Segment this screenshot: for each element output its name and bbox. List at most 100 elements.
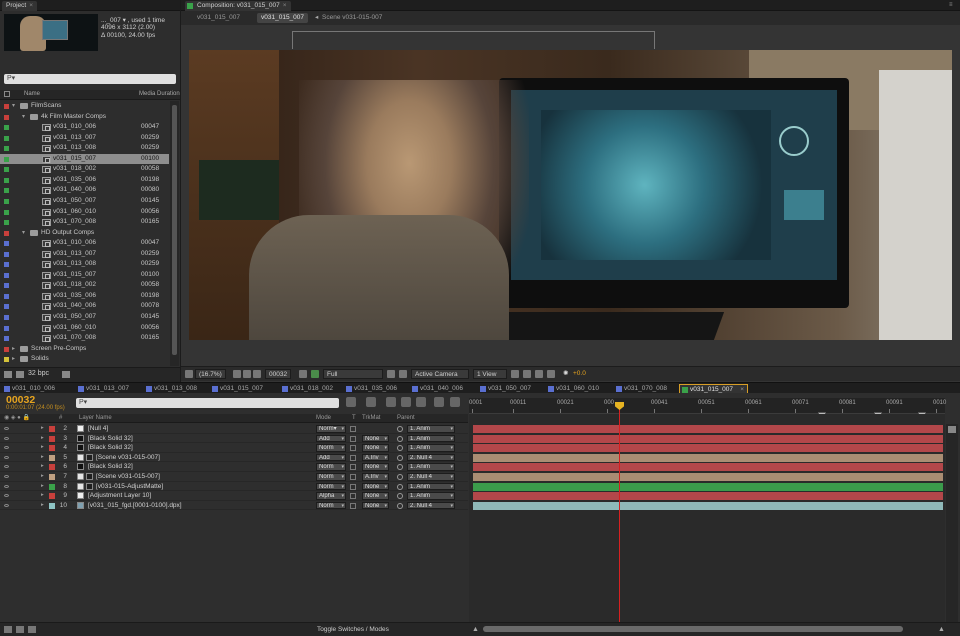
- parent-select[interactable]: 2. Null 4: [407, 501, 455, 510]
- blend-mode-select[interactable]: Norm: [316, 482, 346, 491]
- blend-mode-select[interactable]: Norm: [316, 444, 346, 452]
- label-swatch[interactable]: [4, 315, 9, 320]
- project-folder-row[interactable]: ▾ FilmScans: [0, 101, 169, 112]
- project-comp-row[interactable]: v031_015_007 00100: [0, 153, 169, 165]
- layer-name[interactable]: [Scene v031-015-007]: [96, 453, 160, 463]
- parent-pickwhip-icon[interactable]: [397, 435, 403, 442]
- chevron-right-icon[interactable]: ▸: [41, 472, 44, 482]
- mask-toggle-icon[interactable]: [185, 370, 193, 378]
- project-folder-row[interactable]: ▾ HD Output Comps: [0, 228, 169, 239]
- label-swatch[interactable]: [4, 262, 9, 268]
- preserve-transparency-checkbox[interactable]: [350, 493, 356, 500]
- chevron-down-icon[interactable]: ▾: [12, 101, 15, 112]
- channel-icon[interactable]: [311, 370, 319, 378]
- layer-duration-bar[interactable]: [473, 482, 943, 491]
- current-time-indicator-line[interactable]: [619, 404, 620, 636]
- visibility-eye-icon[interactable]: [4, 484, 9, 488]
- parent-select[interactable]: 1. Anim: [407, 425, 455, 433]
- layer-duration-bar[interactable]: [473, 444, 943, 453]
- parent-select[interactable]: 1. Anim: [407, 492, 455, 500]
- project-comp-row[interactable]: v031_018_002 00058: [0, 280, 169, 291]
- column-media-duration[interactable]: Media Duration: [139, 91, 180, 97]
- chevron-right-icon[interactable]: ▸: [41, 453, 44, 463]
- label-column-icon[interactable]: [4, 91, 10, 97]
- project-comp-row[interactable]: v031_040_006 00078: [0, 301, 169, 312]
- layer-row[interactable]: ▸ 7 [Scene v031-015-007] Norm A.Inv 2. Null 4: [0, 472, 468, 482]
- parent-pickwhip-icon[interactable]: [397, 483, 403, 490]
- track-matte-select[interactable]: A.Inv: [362, 473, 389, 481]
- track-matte-select[interactable]: None: [362, 444, 389, 452]
- new-folder-icon[interactable]: [16, 371, 24, 378]
- label-swatch[interactable]: [4, 293, 9, 299]
- project-folder-row[interactable]: ▸ Solids: [0, 354, 169, 365]
- label-swatch[interactable]: [49, 474, 55, 480]
- crumb-current[interactable]: v031_015_007: [257, 13, 309, 23]
- preserve-transparency-checkbox[interactable]: [350, 464, 356, 471]
- chevron-right-icon[interactable]: ▸: [41, 501, 44, 511]
- zoom-select[interactable]: (16.7%): [195, 369, 226, 379]
- shy-layers-icon[interactable]: [386, 397, 396, 407]
- project-comp-row[interactable]: v031_035_006 00198: [0, 291, 169, 302]
- label-swatch[interactable]: [4, 241, 9, 247]
- column-number[interactable]: #: [59, 414, 62, 423]
- label-swatch[interactable]: [4, 346, 9, 352]
- current-frame-field[interactable]: 00032: [265, 369, 292, 379]
- layer-name[interactable]: [Scene v031-015-007]: [96, 472, 160, 482]
- preserve-transparency-checkbox[interactable]: [350, 445, 356, 452]
- blend-mode-select[interactable]: Norm: [316, 501, 346, 510]
- label-swatch[interactable]: [4, 104, 9, 109]
- project-scrollbar[interactable]: [170, 101, 179, 366]
- project-info-name[interactable]: ..._007 ▾ , used 1 time: [101, 16, 165, 24]
- layer-duration-bar[interactable]: [473, 473, 943, 481]
- project-comp-row[interactable]: v031_010_006 00047: [0, 238, 169, 249]
- layer-duration-bar[interactable]: [473, 453, 943, 462]
- layer-row[interactable]: ▸ 8 [v031-015-AdjustMatte] Norm None 1. Anim: [0, 482, 468, 492]
- project-comp-row[interactable]: v031_018_002 00058: [0, 164, 169, 175]
- preserve-transparency-checkbox[interactable]: [350, 435, 356, 442]
- chevron-right-icon[interactable]: ▸: [41, 482, 44, 492]
- comp-mini-flowchart-icon[interactable]: [346, 397, 356, 407]
- parent-pickwhip-icon[interactable]: [397, 464, 403, 471]
- chevron-down-icon[interactable]: ▾: [22, 228, 25, 239]
- column-parent[interactable]: Parent: [397, 414, 415, 423]
- column-layer-name[interactable]: Layer Name: [79, 414, 112, 423]
- project-comp-row[interactable]: v031_013_007 00259: [0, 249, 169, 260]
- preserve-transparency-checkbox[interactable]: [350, 474, 356, 480]
- grid-icon[interactable]: [233, 370, 241, 378]
- visibility-eye-icon[interactable]: [4, 455, 9, 459]
- camera-icon[interactable]: [299, 370, 307, 378]
- parent-pickwhip-icon[interactable]: [397, 454, 403, 461]
- track-matte-select[interactable]: None: [362, 482, 389, 491]
- visibility-eye-icon[interactable]: [4, 427, 9, 430]
- project-comp-row[interactable]: v031_050_007 00145: [0, 196, 169, 207]
- motion-blur-icon[interactable]: [416, 397, 426, 407]
- in-out-icon[interactable]: [28, 626, 36, 633]
- project-comp-row[interactable]: v031_013_008 00259: [0, 259, 169, 270]
- layer-duration-bar[interactable]: [473, 425, 943, 433]
- track-matte-select[interactable]: A.Inv: [362, 453, 389, 462]
- timeline-scrollbar[interactable]: [946, 424, 958, 624]
- label-swatch[interactable]: [4, 146, 9, 152]
- blend-mode-select[interactable]: Add: [316, 453, 346, 462]
- visibility-eye-icon[interactable]: [4, 465, 9, 469]
- visibility-eye-icon[interactable]: [4, 436, 9, 440]
- interpret-footage-icon[interactable]: [4, 371, 12, 378]
- pixel-aspect-icon[interactable]: [511, 370, 519, 378]
- label-swatch[interactable]: [4, 357, 9, 363]
- label-swatch[interactable]: [4, 336, 9, 342]
- bpc-toggle[interactable]: 32 bpc: [28, 370, 49, 377]
- project-comp-row[interactable]: v031_035_006 00198: [0, 175, 169, 186]
- crumb-scene[interactable]: Scene v031-015-007: [318, 13, 386, 23]
- timeline-zoom-slider[interactable]: [483, 626, 903, 632]
- track-matte-select[interactable]: None: [362, 434, 389, 443]
- parent-pickwhip-icon[interactable]: [397, 502, 403, 509]
- blend-mode-select[interactable]: Norm: [316, 463, 346, 471]
- zoom-in-icon[interactable]: ▲: [938, 626, 945, 633]
- project-comp-row[interactable]: v031_010_006 00047: [0, 122, 169, 133]
- column-trkmat[interactable]: TrkMat: [362, 414, 380, 423]
- parent-pickwhip-icon[interactable]: [397, 445, 403, 452]
- label-swatch[interactable]: [4, 135, 9, 141]
- parent-select[interactable]: 1. Anim: [407, 444, 455, 452]
- fast-preview-icon[interactable]: [523, 370, 531, 378]
- label-swatch[interactable]: [49, 435, 55, 442]
